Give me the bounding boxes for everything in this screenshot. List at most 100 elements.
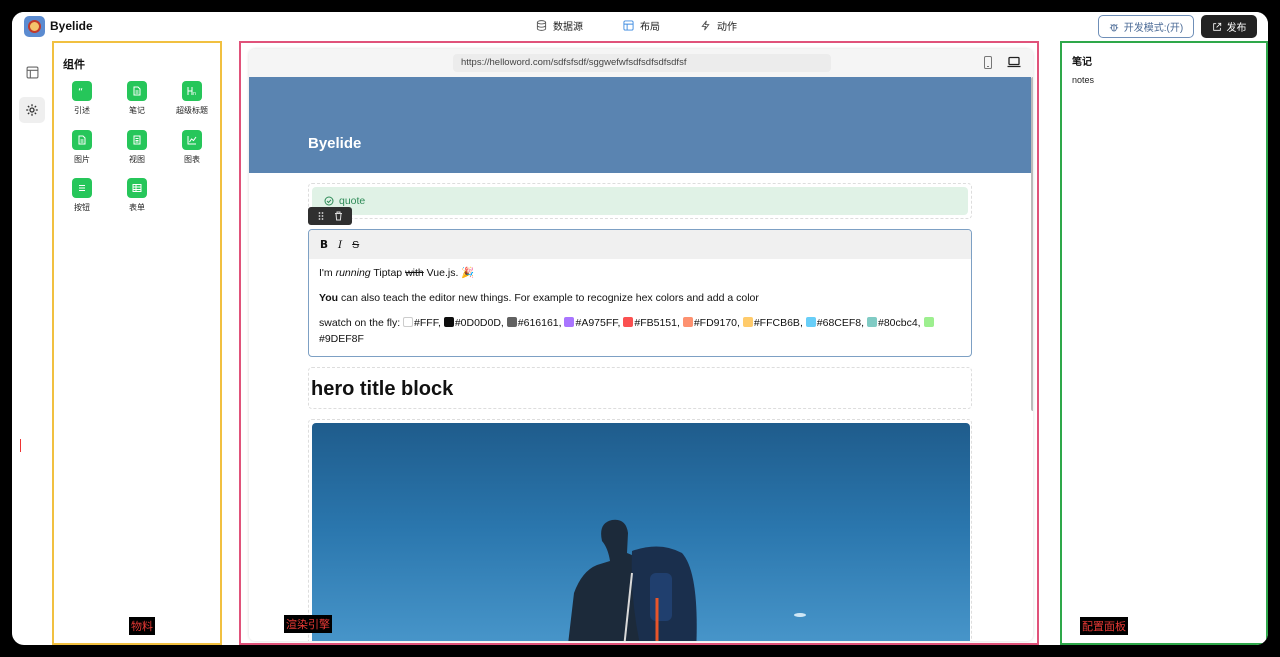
hero-title-block[interactable]: hero title block	[308, 367, 972, 409]
nav-label: 动作	[717, 22, 737, 33]
text-cursor	[20, 439, 21, 452]
site-header: Byelide	[249, 77, 1031, 173]
swatch-chip	[923, 317, 934, 327]
editor-line-1: I'm running Tiptap with Vue.js. 🎉	[319, 267, 475, 279]
check-circle-icon	[324, 196, 334, 206]
component-table[interactable]: 表单	[112, 178, 162, 213]
swatch-label: #FB5151,	[634, 317, 683, 329]
layout-panel-icon	[26, 66, 38, 78]
publish-label: 发布	[1226, 23, 1247, 34]
italic-button[interactable]: I	[338, 239, 342, 251]
preview-scrollbar[interactable]	[1031, 77, 1033, 411]
layout-icon	[623, 20, 634, 31]
drag-handle-icon[interactable]	[317, 211, 325, 221]
editor-line-2: You can also teach the editor new things…	[319, 292, 759, 304]
swatch-label: #0D0D0D,	[454, 317, 507, 329]
nav-item-datasource[interactable]: 数据源	[536, 18, 583, 33]
editor-line-3: swatch on the fly: #FFF, #0D0D0D, #61616…	[319, 315, 961, 347]
dev-mode-button[interactable]: 开发模式:(开)	[1098, 15, 1194, 38]
color-swatch: #FB5151,	[623, 317, 682, 329]
swatch-label: #FD9170,	[693, 317, 743, 329]
swatch-chip	[623, 317, 634, 327]
table-icon	[127, 178, 147, 198]
nav-item-layout[interactable]: 布局	[623, 18, 660, 33]
button-icon	[72, 178, 92, 198]
color-swatch: #68CEF8,	[805, 317, 867, 329]
swatch-label: #FFF,	[414, 317, 444, 329]
color-swatch: #FFF,	[403, 317, 444, 329]
swatch-label: #616161,	[517, 317, 565, 329]
settings-gear-icon	[26, 104, 38, 116]
component-label: 图片	[74, 155, 90, 164]
editor-toolbar: B I S	[309, 230, 971, 259]
component-quote[interactable]: “ 引述	[57, 81, 107, 116]
strike-button[interactable]: S	[352, 239, 359, 251]
quote-text: quote	[339, 195, 366, 207]
config-title: 笔记	[1072, 57, 1092, 68]
quote-block[interactable]: quote	[308, 183, 972, 219]
bug-icon	[1109, 23, 1118, 31]
external-link-icon	[1212, 22, 1221, 31]
rail-layout-button[interactable]	[19, 59, 45, 85]
color-swatch: #A975FF,	[564, 317, 623, 329]
editor-content[interactable]: I'm running Tiptap with Vue.js. 🎉 You ca…	[309, 259, 971, 356]
laptop-device-icon[interactable]	[1007, 56, 1021, 68]
top-nav: 数据源 布局 动作	[536, 18, 777, 33]
bold-button[interactable]: B	[320, 239, 328, 251]
trash-icon[interactable]	[334, 211, 343, 221]
image-icon	[72, 130, 92, 150]
component-view[interactable]: 视图	[112, 130, 162, 165]
nav-label: 数据源	[553, 22, 583, 33]
left-rail	[12, 41, 52, 645]
chart-icon	[182, 130, 202, 150]
app-window: Byelide 数据源 布局 动作 开发模式:(开) 发布 组件 “ 引述 笔记…	[12, 12, 1268, 645]
rail-settings-button[interactable]	[19, 97, 45, 123]
swatch-label: #FFCB6B,	[753, 317, 806, 329]
config-panel: 笔记 notes 配置面板	[1060, 41, 1268, 645]
component-chart[interactable]: 图表	[167, 130, 217, 165]
swatch-chip	[506, 317, 517, 327]
component-label: 表单	[129, 203, 145, 212]
config-tag: 配置面板	[1080, 617, 1128, 635]
brand-name: Byelide	[50, 19, 93, 33]
hero-image	[312, 423, 970, 641]
svg-text:n: n	[193, 91, 196, 96]
component-image[interactable]: 图片	[57, 130, 107, 165]
swatch-label: #A975FF,	[575, 317, 624, 329]
color-swatch: #80cbc4,	[866, 317, 924, 329]
materials-title: 组件	[63, 59, 85, 71]
mobile-device-icon[interactable]	[983, 56, 993, 69]
component-label: 引述	[74, 106, 90, 115]
publish-button[interactable]: 发布	[1201, 15, 1257, 38]
render-engine-panel: https://helloword.com/sdfsfsdf/sggwefwfs…	[239, 41, 1039, 645]
component-note[interactable]: 笔记	[112, 81, 162, 116]
swatch-chip	[682, 317, 693, 327]
preview-frame: https://helloword.com/sdfsfsdf/sggwefwfs…	[249, 49, 1033, 641]
swatch-chip	[443, 317, 454, 327]
component-label: 超级标题	[176, 106, 208, 115]
component-label: 按钮	[74, 203, 90, 212]
color-swatch: #616161,	[506, 317, 565, 329]
image-block[interactable]	[308, 419, 972, 641]
component-label: 图表	[184, 155, 200, 164]
component-button[interactable]: 按钮	[57, 178, 107, 213]
swatch-chip	[564, 317, 575, 327]
component-label: 笔记	[129, 106, 145, 115]
rich-text-editor[interactable]: B I S I'm running Tiptap with Vue.js. 🎉 …	[308, 229, 972, 357]
url-field[interactable]: https://helloword.com/sdfsfsdf/sggwefwfs…	[453, 54, 831, 72]
svg-text:“: “	[78, 87, 83, 96]
swatch-chip	[742, 317, 753, 327]
app-logo	[24, 16, 45, 37]
swatch-label: #80cbc4,	[877, 317, 924, 329]
nav-item-actions[interactable]: 动作	[700, 18, 737, 33]
config-notes[interactable]: notes	[1072, 75, 1094, 85]
swatch-label: #68CEF8,	[816, 317, 867, 329]
note-icon	[127, 81, 147, 101]
top-bar: Byelide 数据源 布局 动作 开发模式:(开) 发布	[12, 12, 1268, 41]
component-heading[interactable]: n 超级标题	[167, 81, 217, 116]
swatch-chip	[805, 317, 816, 327]
materials-panel: 组件 “ 引述 笔记 n 超级标题 图片 视图 图表 按钮 表单 物料	[52, 41, 222, 645]
nav-label: 布局	[640, 22, 660, 33]
site-title: Byelide	[308, 135, 362, 152]
component-label: 视图	[129, 155, 145, 164]
